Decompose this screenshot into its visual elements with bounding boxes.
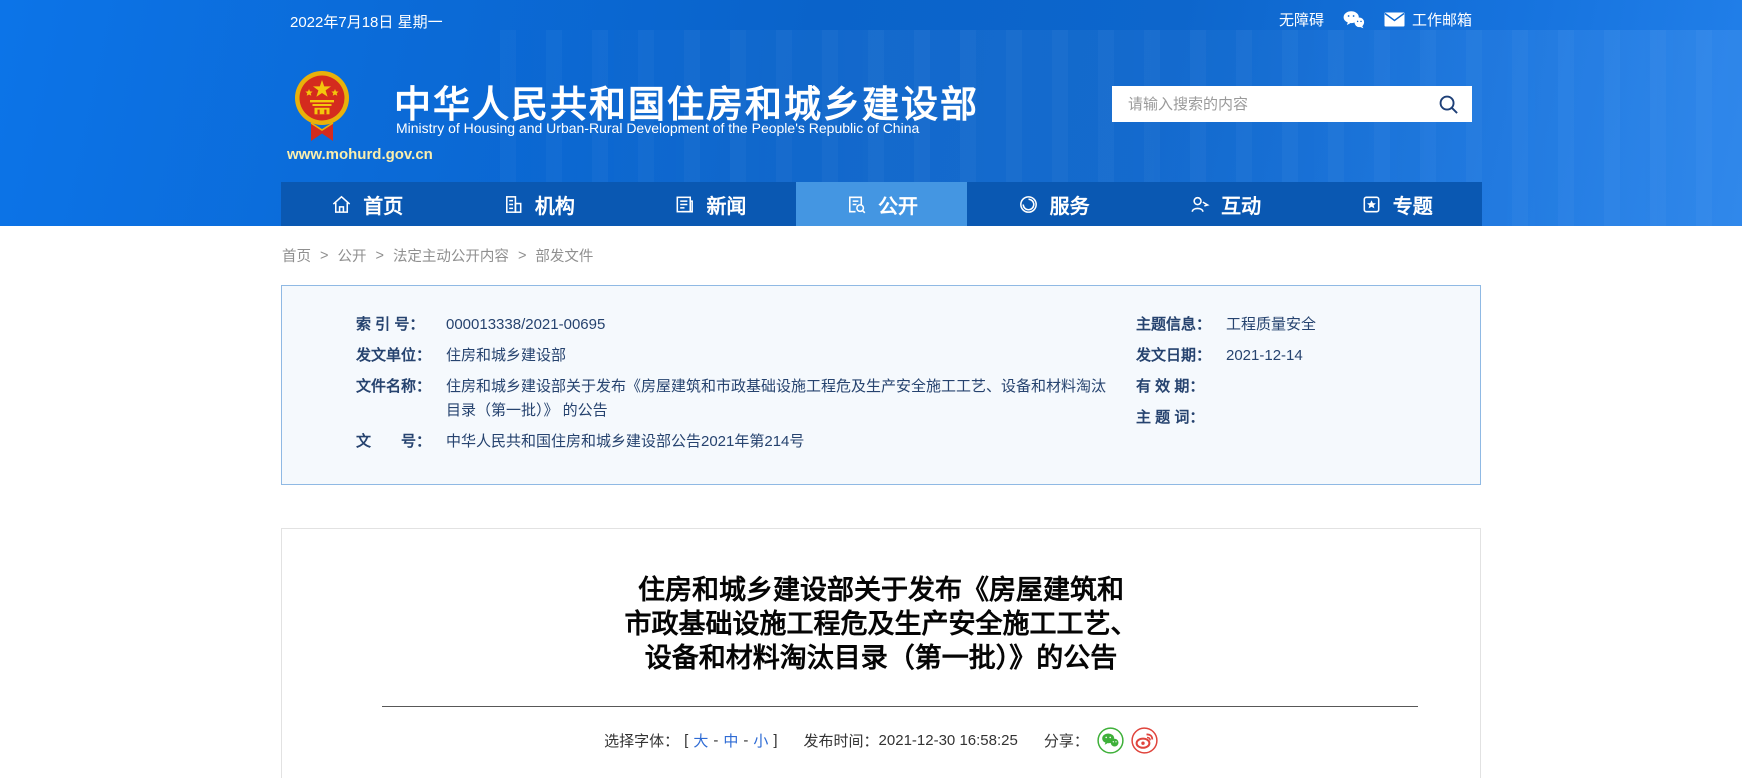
breadcrumb-ministry-documents[interactable]: 部发文件 [535, 245, 593, 266]
national-emblem[interactable] [294, 70, 350, 144]
wechat-icon[interactable] [1342, 10, 1366, 29]
article-title: 住房和城乡建设部关于发布《房屋建筑和 市政基础设施工程危及生产安全施工工艺、 设… [282, 573, 1480, 675]
mail-icon [1384, 12, 1405, 27]
breadcrumb-separator: > [320, 247, 329, 264]
field-value: 中华人民共和国住房和城乡建设部公告2021年第214号 [446, 433, 805, 450]
article-title-line: 设备和材料淘汰目录（第一批）》的公告 [644, 643, 1118, 673]
field-value: 住房和城乡建设部 [446, 347, 567, 364]
share-label: 分享： [1043, 733, 1089, 750]
field-label: 索 引 号： [356, 316, 425, 333]
search-box [1112, 86, 1472, 122]
field-topic-info: 主题信息： 工程质量安全 [1136, 313, 1466, 337]
accessibility-link[interactable]: 无障碍 [1279, 9, 1324, 30]
org-icon [505, 195, 522, 213]
field-issue-date: 发文日期： 2021-12-14 [1136, 344, 1466, 368]
field-value: 2021-12-14 [1226, 347, 1303, 364]
main-nav: 首页 机构 新闻 公开 服务 互动 专题 [281, 182, 1482, 226]
nav-label: 新闻 [706, 195, 747, 218]
topics-icon [1363, 196, 1380, 212]
field-value: 工程质量安全 [1226, 316, 1317, 333]
font-size-small-button[interactable]: 小 [753, 730, 768, 751]
work-mailbox-link[interactable]: 工作邮箱 [1384, 9, 1472, 30]
field-label: 文 号： [356, 433, 432, 450]
topbar-links: 无障碍 工作邮箱 [1279, 9, 1472, 30]
info-column-right: 主题信息： 工程质量安全 发文日期： 2021-12-14 有 效 期： 主 题… [1136, 313, 1466, 437]
field-index-number: 索 引 号： 000013338/2021-00695 [356, 313, 1120, 337]
search-button[interactable] [1424, 86, 1472, 122]
bracket-open: [ [684, 732, 689, 749]
share-wechat-icon[interactable] [1097, 727, 1124, 754]
search-input[interactable] [1112, 95, 1424, 113]
field-label: 主题信息： [1136, 316, 1212, 333]
nav-label: 服务 [1049, 195, 1090, 218]
font-size-separator: - [743, 732, 749, 749]
font-select-label: 选择字体： [604, 733, 680, 750]
article-meta-row: 选择字体： [ 大 - 中 - 小 ] 发布时间： 2021-12-30 16:… [282, 727, 1480, 754]
field-document-number: 文 号： 中华人民共和国住房和城乡建设部公告2021年第214号 [356, 430, 1120, 454]
site-header: 2022年7月18日 星期一 无障碍 工作邮箱 www.mohurd.gov.c… [0, 0, 1742, 226]
nav-tab-topics[interactable]: 专题 [1310, 182, 1482, 226]
interact-icon [1191, 196, 1210, 212]
bracket-close: ] [773, 732, 778, 749]
breadcrumb-separator: > [517, 247, 527, 264]
document-info-box: 索 引 号： 000013338/2021-00695 发文单位： 住房和城乡建… [281, 285, 1481, 485]
breadcrumb-separator: > [375, 247, 384, 264]
breadcrumb-open[interactable]: 公开 [337, 245, 366, 266]
field-label: 发文日期： [1136, 347, 1212, 364]
field-label: 发文单位： [356, 347, 432, 364]
font-size-separator: - [713, 732, 719, 749]
nav-label: 首页 [363, 195, 404, 218]
publish-time-label: 发布时间： [803, 733, 879, 750]
site-subtitle: Ministry of Housing and Urban-Rural Deve… [396, 120, 920, 136]
publish-time-value: 2021-12-30 16:58:25 [878, 732, 1018, 749]
font-size-medium-button[interactable]: 中 [723, 730, 738, 751]
service-icon [1019, 195, 1037, 213]
nav-tab-news[interactable]: 新闻 [624, 182, 796, 226]
nav-label: 机构 [534, 195, 575, 218]
field-document-title: 文件名称： 住房和城乡建设部关于发布《房屋建筑和市政基础设施工程危及生产安全施工… [356, 375, 1120, 423]
breadcrumb: 首页 > 公开 > 法定主动公开内容 > 部发文件 [282, 245, 593, 266]
article-title-line: 住房和城乡建设部关于发布《房屋建筑和 [638, 575, 1124, 605]
nav-tab-org[interactable]: 机构 [453, 182, 625, 226]
nav-tab-open[interactable]: 公开 [795, 182, 968, 226]
nav-label: 专题 [1392, 195, 1433, 218]
article-card: 住房和城乡建设部关于发布《房屋建筑和 市政基础设施工程危及生产安全施工工艺、 设… [281, 528, 1481, 778]
field-validity-period: 有 效 期： [1136, 375, 1466, 399]
home-icon [333, 195, 351, 213]
article-title-line: 市政基础设施工程危及生产安全施工工艺、 [624, 609, 1138, 639]
search-icon [1439, 95, 1458, 114]
field-label: 有 效 期： [1136, 378, 1205, 395]
font-size-large-button[interactable]: 大 [693, 730, 708, 751]
news-icon [676, 196, 694, 212]
nav-label: 公开 [878, 195, 919, 218]
info-column-left: 索 引 号： 000013338/2021-00695 发文单位： 住房和城乡建… [356, 313, 1120, 461]
topbar-date: 2022年7月18日 星期一 [290, 14, 443, 31]
field-value [1226, 375, 1466, 399]
site-url: www.mohurd.gov.cn [287, 146, 433, 163]
breadcrumb-legal-disclosure[interactable]: 法定主动公开内容 [393, 245, 509, 266]
work-mailbox-label: 工作邮箱 [1411, 12, 1472, 29]
title-divider [382, 706, 1418, 707]
field-value [1226, 406, 1466, 430]
topbar: 2022年7月18日 星期一 无障碍 工作邮箱 [0, 0, 1742, 40]
field-value: 住房和城乡建设部关于发布《房屋建筑和市政基础设施工程危及生产安全施工工艺、设备和… [446, 378, 1107, 419]
font-size-selector: 选择字体： [ 大 - 中 - 小 ] [604, 730, 777, 751]
field-label: 文件名称： [356, 378, 432, 395]
open-icon [849, 196, 866, 213]
field-value: 000013338/2021-00695 [446, 316, 606, 333]
nav-label: 互动 [1221, 195, 1262, 218]
page: 2022年7月18日 星期一 无障碍 工作邮箱 www.mohurd.gov.c… [0, 0, 1742, 778]
field-label: 主 题 词： [1136, 409, 1205, 426]
nav-tab-service[interactable]: 服务 [967, 182, 1139, 226]
nav-tab-interact[interactable]: 互动 [1139, 182, 1311, 226]
breadcrumb-home[interactable]: 首页 [282, 245, 311, 266]
field-subject-words: 主 题 词： [1136, 406, 1466, 430]
nav-tab-home[interactable]: 首页 [281, 182, 453, 226]
share-weibo-icon[interactable] [1131, 727, 1158, 754]
field-issuing-unit: 发文单位： 住房和城乡建设部 [356, 344, 1120, 368]
share-icons [1097, 727, 1158, 754]
